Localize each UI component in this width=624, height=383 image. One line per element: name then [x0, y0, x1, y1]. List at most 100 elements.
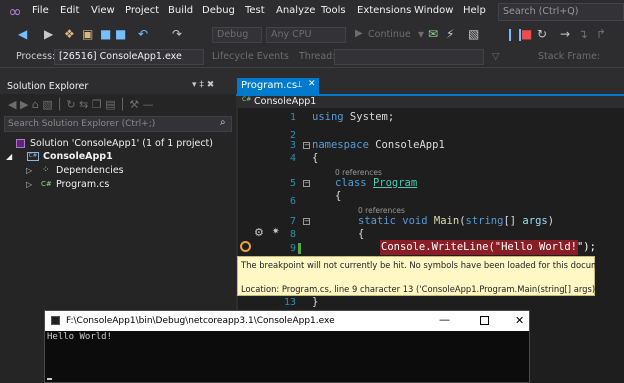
save-all-icon[interactable]: ■ [115, 27, 126, 41]
menu-debug[interactable]: Debug [202, 5, 235, 16]
stop-icon[interactable]: ■ [521, 27, 532, 41]
thread-label: Thread: [299, 51, 336, 62]
tooltip-location: Location: Program.cs, line 9 character 1… [241, 284, 601, 294]
tree-item-solution[interactable]: Solution 'ConsoleApp1' (1 of 1 project) [30, 138, 213, 149]
step-into-icon[interactable]: ↴ [578, 27, 588, 41]
project-nav-dropdown[interactable]: ConsoleApp1 [254, 96, 316, 107]
continue-icon[interactable]: ▶ [355, 27, 363, 41]
menu-help[interactable]: Help [463, 5, 486, 16]
line-number: 1 [289, 112, 296, 123]
tree-item-program-cs[interactable]: Program.cs [56, 179, 109, 190]
process-select[interactable]: [26516] ConsoleApp1.exe [54, 49, 204, 65]
code-line-8: { [358, 228, 365, 240]
hot-reload-icon[interactable]: ✉ [428, 27, 438, 41]
codelens-references[interactable]: 0 references [358, 206, 405, 215]
line-number: 9 [289, 243, 296, 254]
breakpoint-tooltip: The breakpoint will not currently be hit… [237, 256, 616, 296]
forward-icon[interactable]: ▶ [44, 27, 53, 41]
filter-icon[interactable]: ▽ [492, 51, 499, 62]
panel-options-icon[interactable]: ▾ ‡ ✖ [192, 80, 214, 90]
change-marker [298, 243, 301, 254]
close-tab-icon[interactable]: ✕ [308, 79, 316, 89]
minimize-icon[interactable]: — [439, 310, 450, 330]
tab-label: Program.cs [241, 80, 298, 91]
line-number: 4 [289, 153, 296, 164]
code-line-3: namespace ConsoleApp1 [312, 139, 445, 151]
console-title: F:\ConsoleApp1\bin\Debug\netcoreapp3.1\C… [66, 316, 335, 326]
fold-toggle-icon[interactable]: − [303, 180, 310, 187]
step-out-icon[interactable]: ↱ [596, 27, 606, 41]
pin-icon[interactable]: ⊥ [296, 80, 303, 89]
code-line-4: { [312, 152, 319, 164]
collapse-arrow-icon[interactable]: ▷ [26, 166, 32, 175]
stack-frame-label: Stack Frame: [538, 51, 601, 62]
csharp-project-icon: C# [27, 152, 39, 161]
tooltip-message: The breakpoint will not currently be hit… [241, 260, 616, 270]
line-number: 7 [289, 216, 296, 227]
collapse-arrow-icon[interactable]: ▷ [26, 180, 32, 189]
open-folder-icon[interactable]: ▣ [82, 27, 93, 41]
solution-icon [16, 139, 25, 148]
solution-explorer-title: Solution Explorer [7, 81, 89, 92]
code-line-9: Console.WriteLine("Hello World!"); [381, 241, 596, 253]
breakpoint-warning-icon[interactable] [240, 241, 251, 252]
restart-icon[interactable]: ↻ [537, 27, 547, 41]
visual-studio-logo-icon: ∞ [8, 2, 22, 21]
console-app-icon [51, 316, 60, 325]
tree-item-project[interactable]: ConsoleApp1 [43, 151, 113, 162]
configuration-select[interactable]: Debug [212, 27, 262, 43]
platform-select[interactable]: Any CPU [266, 27, 346, 43]
project-nav-icon: C# [242, 96, 252, 103]
solution-search-input[interactable]: Search Solution Explorer (Ctrl+;) [4, 116, 232, 132]
close-icon[interactable]: ✕ [515, 311, 524, 331]
step-over-icon[interactable]: → [560, 27, 570, 41]
menu-analyze[interactable]: Analyze [276, 5, 315, 16]
code-line-6: { [335, 190, 342, 202]
menu-edit[interactable]: Edit [60, 5, 79, 16]
menu-window[interactable]: Window [414, 5, 453, 16]
expand-arrow-icon[interactable]: ◢ [6, 152, 12, 161]
se-toolbar-icons[interactable]: ◀ ▶ ⌂ ▧ │ ↻ ⇆ ❐ ▤ │ ⚒ — [8, 98, 154, 111]
menu-extensions[interactable]: Extensions [357, 5, 411, 16]
process-label: Process: [16, 51, 56, 62]
menu-build[interactable]: Build [168, 5, 193, 16]
code-line-1: using System; [312, 111, 395, 123]
maximize-icon[interactable] [480, 316, 489, 325]
code-line-13: } [312, 296, 319, 308]
attach-icon[interactable]: ▾ [418, 27, 424, 41]
dependencies-icon: ⁘ [42, 165, 50, 175]
line-number: 13 [283, 297, 296, 308]
line-number: 5 [289, 178, 296, 189]
browser-link-icon[interactable]: ▧ [468, 27, 479, 41]
menu-project[interactable]: Project [125, 5, 159, 16]
back-icon[interactable]: ◀ [18, 27, 27, 41]
undo-icon[interactable]: ↶ [138, 27, 148, 41]
redo-icon[interactable]: ↷ [172, 27, 182, 41]
console-output: Hello World! [47, 332, 113, 342]
continue-button[interactable]: Continue [368, 29, 411, 40]
codelens-references[interactable]: 0 references [335, 168, 382, 177]
lifecycle-events-dropdown[interactable]: Lifecycle Events [212, 51, 289, 62]
save-icon[interactable]: ■ [100, 27, 111, 41]
fold-toggle-icon[interactable]: − [303, 142, 310, 149]
menu-file[interactable]: File [32, 5, 49, 16]
menu-tools[interactable]: Tools [321, 5, 346, 16]
search-icon[interactable]: ⌕ [220, 117, 226, 128]
line-number: 8 [289, 229, 296, 240]
line-number: 3 [289, 140, 296, 151]
menu-test[interactable]: Test [245, 5, 265, 16]
line-number: 6 [289, 196, 296, 207]
tree-item-dependencies[interactable]: Dependencies [56, 165, 124, 176]
thread-select[interactable] [334, 49, 484, 65]
fold-toggle-icon[interactable]: − [303, 218, 310, 225]
code-line-7: static void Main(string[] args) [358, 215, 555, 227]
code-line-5: class Program [335, 177, 418, 189]
new-project-icon[interactable]: ❖ [64, 27, 75, 41]
search-input[interactable]: Search (Ctrl+Q) [498, 3, 624, 21]
csharp-file-icon: C# [41, 180, 52, 188]
console-title-bar[interactable]: F:\ConsoleApp1\bin\Debug\netcoreapp3.1\C… [45, 311, 529, 331]
menu-view[interactable]: View [91, 5, 115, 16]
tab-program-cs[interactable]: Program.cs [237, 78, 319, 94]
lightning-icon[interactable]: ⚡ [446, 27, 454, 41]
console-cursor [47, 378, 52, 380]
